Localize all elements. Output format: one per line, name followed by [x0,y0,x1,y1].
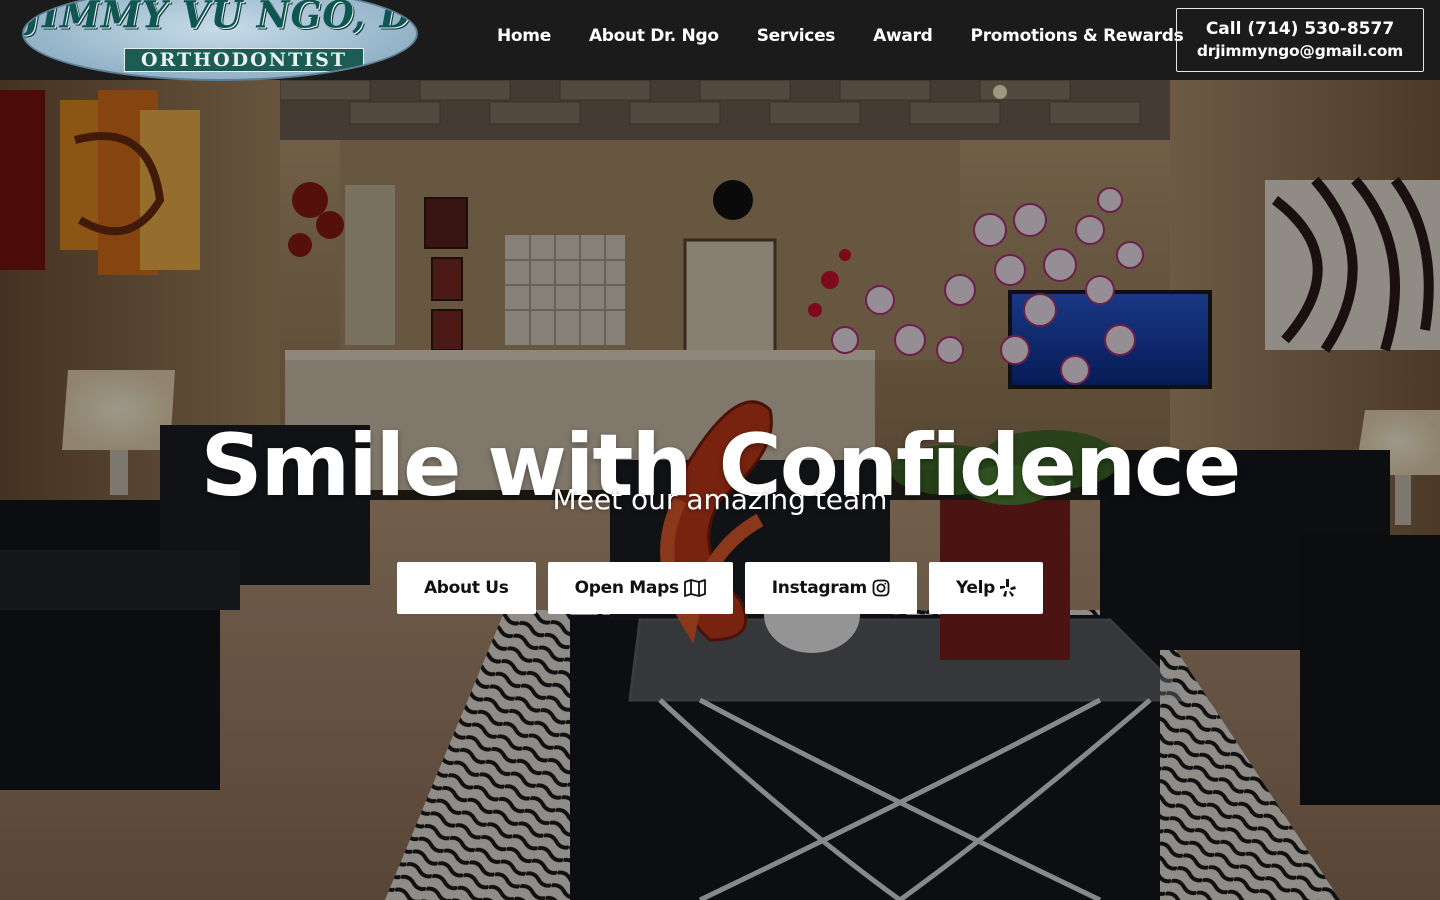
hero-section: Smile with Confidence Meet our amazing t… [0,80,1440,900]
nav-home[interactable]: Home [478,26,570,46]
nav-about-dr-ngo[interactable]: About Dr. Ngo [570,26,738,46]
logo-name: JIMMY VU NGO, D.D.S. [24,0,416,38]
contact-phone[interactable]: Call (714) 530-8577 [1177,18,1423,40]
nav-award[interactable]: Award [854,26,951,46]
nav-services[interactable]: Services [738,26,854,46]
main-nav: Home About Dr. Ngo Services Award Promot… [478,0,1202,72]
open-maps-button[interactable]: Open Maps [547,562,733,614]
hero-button-row: About Us Open Maps Instagram Yelp [0,562,1440,614]
logo-subtitle: ORTHODONTIST [124,48,364,72]
yelp-button-label: Yelp [955,578,996,598]
site-header: JIMMY VU NGO, D.D.S. ORTHODONTIST Home A… [0,0,1440,81]
contact-email[interactable]: drjimmyngo@gmail.com [1177,40,1423,62]
logo[interactable]: JIMMY VU NGO, D.D.S. ORTHODONTIST [22,0,418,81]
contact-box[interactable]: Call (714) 530-8577 drjimmyngo@gmail.com [1176,8,1424,72]
yelp-button[interactable]: Yelp [928,562,1044,614]
instagram-button-label: Instagram [771,578,867,598]
instagram-button[interactable]: Instagram [744,562,917,614]
hero-subtitle: Meet our amazing team [552,483,888,516]
about-us-button[interactable]: About Us [396,562,536,614]
nav-promotions-rewards[interactable]: Promotions & Rewards [952,26,1203,46]
about-us-button-label: About Us [423,578,509,598]
instagram-icon [872,579,890,597]
open-maps-button-label: Open Maps [574,578,679,598]
yelp-icon [1000,578,1017,598]
map-icon [683,579,706,597]
